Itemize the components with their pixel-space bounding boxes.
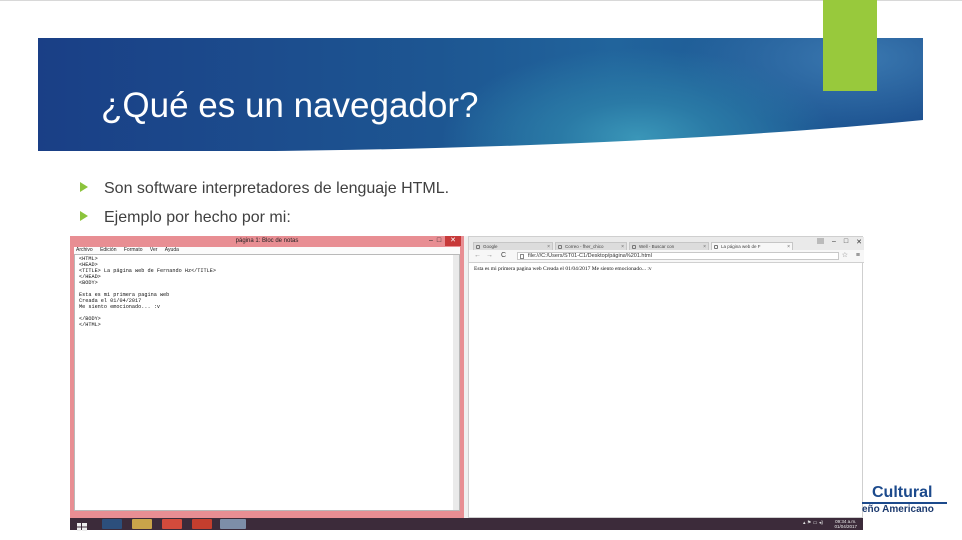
taskbar: ▴ ⚑ ▭ ◂) 09:34 a.m. 01/04/2017	[70, 518, 863, 531]
tab-pagina-web[interactable]: La página web de F ×	[711, 242, 793, 250]
close-icon[interactable]: ✕	[445, 236, 461, 246]
address-text[interactable]: file:///C:/Users/ST01-C1/Desktop/página%…	[528, 253, 652, 259]
notepad-menu-bar: Archivo Edición Formato Ver Ayuda	[74, 247, 460, 254]
tab-google[interactable]: Google ×	[473, 242, 553, 250]
menu-formato[interactable]: Formato	[124, 247, 143, 253]
reload-icon[interactable]: C	[501, 251, 506, 261]
menu-archivo[interactable]: Archivo	[76, 247, 93, 253]
notepad-title: página 1: Bloc de notas	[235, 238, 299, 244]
tab-correo[interactable]: Correo - fher_chico ×	[555, 242, 627, 250]
slide-top-border	[0, 0, 962, 1]
notepad-taskbar-icon[interactable]	[220, 519, 246, 529]
browser-page: Esta es mi primera pagina web Creada el …	[469, 263, 862, 517]
back-icon[interactable]: ←	[474, 251, 481, 261]
bullet-arrow-icon	[80, 182, 88, 192]
embedded-screenshot: página 1: Bloc de notas – □ ✕ Archivo Ed…	[70, 236, 864, 531]
logo-line-2: eño Americano	[862, 504, 934, 515]
favicon-icon	[714, 245, 718, 249]
logo-line-1: Cultural	[872, 484, 933, 501]
favicon-icon	[476, 245, 480, 249]
bullet-1: Son software interpretadores de lenguaje…	[80, 180, 449, 198]
notepad-scrollbar[interactable]	[453, 255, 459, 510]
page-icon	[520, 254, 524, 259]
address-bar[interactable]: file:///C:/Users/ST01-C1/Desktop/página%…	[517, 252, 839, 260]
profile-icon[interactable]	[816, 238, 824, 244]
slide-title: ¿Qué es un navegador?	[101, 86, 479, 125]
menu-icon[interactable]: ≡	[856, 251, 860, 261]
bullet-1-text: Son software interpretadores de lenguaje…	[104, 180, 450, 197]
menu-ayuda[interactable]: Ayuda	[165, 247, 179, 253]
tab-close-icon[interactable]: ×	[703, 243, 706, 250]
maximize-icon[interactable]: □	[844, 238, 848, 246]
favicon-icon	[558, 245, 562, 249]
maximize-icon[interactable]: □	[437, 236, 441, 246]
powerpoint-taskbar-icon[interactable]	[192, 519, 212, 529]
tab-close-icon[interactable]: ×	[787, 243, 790, 250]
close-icon[interactable]: ✕	[856, 238, 862, 246]
browser-window-controls: – □ ✕	[816, 238, 862, 246]
start-button[interactable]	[76, 519, 96, 531]
explorer-taskbar-icon[interactable]	[132, 519, 152, 529]
accent-bar	[823, 0, 877, 91]
taskbar-clock[interactable]: 09:34 a.m. 01/04/2017	[834, 519, 857, 529]
system-tray[interactable]: ▴ ⚑ ▭ ◂)	[803, 520, 823, 526]
page-body-text: Esta es mi primera pagina web Creada el …	[474, 266, 652, 272]
tab-close-icon[interactable]: ×	[621, 243, 624, 250]
bookmark-star-icon[interactable]: ☆	[842, 251, 848, 261]
favicon-icon	[632, 245, 636, 249]
ie-taskbar-icon[interactable]	[102, 519, 122, 529]
notepad-editor[interactable]: <HTML> <HEAD> <TITLE> La página web de F…	[74, 254, 460, 511]
minimize-icon[interactable]: –	[832, 238, 836, 246]
bullet-2-text: Ejemplo por hecho por mi:	[104, 209, 291, 226]
banner-wave	[38, 120, 923, 160]
tab-close-icon[interactable]: ×	[547, 243, 550, 250]
browser-tab-strip: Google × Correo - fher_chico × Well - Busc…	[469, 237, 864, 250]
notepad-window-controls: – □ ✕	[429, 236, 461, 246]
browser-toolbar: ← → C file:///C:/Users/ST01-C1/Desktop/p…	[469, 250, 864, 263]
forward-icon[interactable]: →	[486, 251, 493, 261]
bullet-2: Ejemplo por hecho por mi:	[80, 209, 291, 227]
tab-buscar[interactable]: Well - Buscar con ×	[629, 242, 709, 250]
clock-date: 01/04/2017	[834, 524, 857, 529]
menu-edicion[interactable]: Edición	[100, 247, 116, 253]
bullet-arrow-icon	[80, 211, 88, 221]
windows-logo-icon	[77, 523, 87, 531]
minimize-icon[interactable]: –	[429, 236, 433, 246]
browser-window: Google × Correo - fher_chico × Well - Busc…	[468, 236, 864, 518]
menu-ver[interactable]: Ver	[150, 247, 158, 253]
notepad-window: página 1: Bloc de notas – □ ✕ Archivo Ed…	[70, 236, 464, 518]
notepad-content[interactable]: <HTML> <HEAD> <TITLE> La página web de F…	[79, 256, 216, 328]
chrome-taskbar-icon[interactable]	[162, 519, 182, 529]
